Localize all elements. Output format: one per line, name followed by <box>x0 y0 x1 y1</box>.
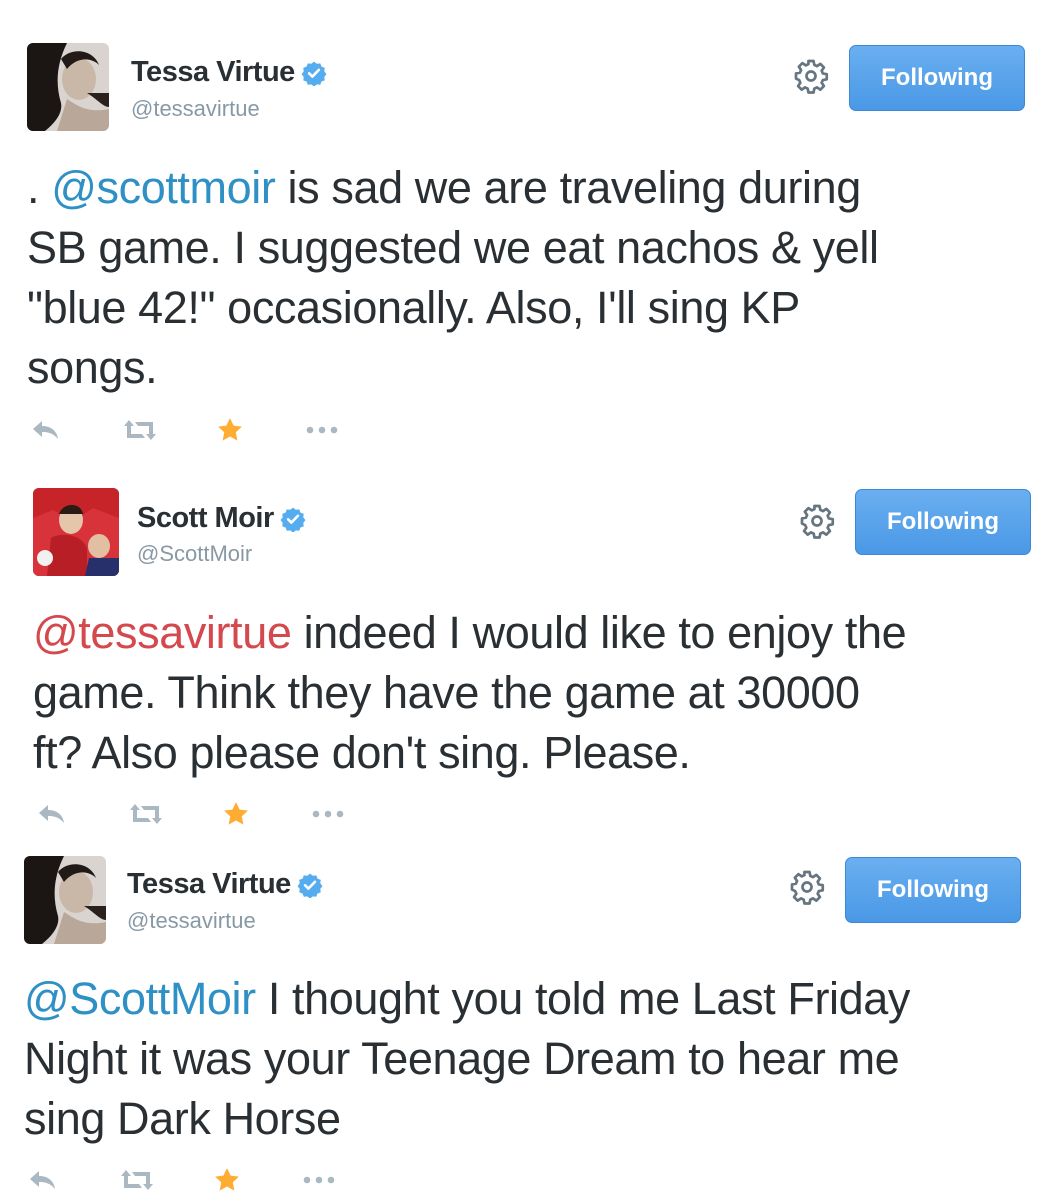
avatar[interactable] <box>27 43 109 131</box>
more-button[interactable] <box>304 413 342 447</box>
mention-link[interactable]: @ScottMoir <box>24 973 256 1024</box>
favorite-button[interactable] <box>212 1163 242 1197</box>
tweet-actions <box>34 797 364 831</box>
retweet-icon <box>130 804 162 824</box>
user-name[interactable]: Scott Moir <box>137 502 274 535</box>
tweet-text-line: "blue 42!" occasionally. Also, I'll sing… <box>27 282 800 333</box>
following-button[interactable]: Following <box>855 489 1031 555</box>
reply-icon <box>30 1171 55 1189</box>
favorite-button[interactable] <box>215 413 245 447</box>
user-handle[interactable]: @tessavirtue <box>127 908 256 934</box>
text-span: is sad we are traveling during <box>275 162 862 213</box>
verified-badge-icon <box>280 507 306 532</box>
reply-button[interactable] <box>30 413 62 447</box>
user-name-row: Scott Moir <box>137 502 306 535</box>
star-icon <box>218 418 242 441</box>
more-icon <box>312 810 344 818</box>
text-span: I thought you told me Last Friday <box>255 973 911 1024</box>
star-icon <box>224 802 248 825</box>
reply-icon <box>33 421 58 439</box>
tweet-text-line: Night it was your Teenage Dream to hear … <box>24 1033 900 1084</box>
mention-link[interactable]: @tessavirtue <box>33 607 292 658</box>
verified-badge-icon <box>301 61 327 86</box>
gear-icon[interactable] <box>793 58 829 94</box>
following-button[interactable]: Following <box>849 45 1025 111</box>
user-handle[interactable]: @ScottMoir <box>137 541 252 567</box>
following-button[interactable]: Following <box>845 857 1021 923</box>
tweet-text: @ScottMoir I thought you told me Last Fr… <box>24 969 910 1149</box>
tweet-text-line: game. Think they have the game at 30000 <box>33 667 860 718</box>
tweet-text-line: @ScottMoir I thought you told me Last Fr… <box>24 969 910 1029</box>
retweet-button[interactable] <box>120 413 160 447</box>
more-button[interactable] <box>310 797 348 831</box>
retweet-icon <box>121 1170 153 1190</box>
user-name-row: Tessa Virtue <box>127 868 323 901</box>
avatar[interactable] <box>33 488 119 576</box>
avatar-photo <box>24 856 106 944</box>
avatar-photo <box>27 43 109 131</box>
tweet-text-line: songs. <box>27 342 158 393</box>
gear-icon[interactable] <box>789 869 825 905</box>
more-button[interactable] <box>301 1163 339 1197</box>
tweet-text-line: SB game. I suggested we eat nachos & yel… <box>27 222 879 273</box>
user-handle[interactable]: @tessavirtue <box>131 96 260 122</box>
tweet-text: @tessavirtue indeed I would like to enjo… <box>33 603 907 783</box>
tweet-text-line: ft? Also please don't sing. Please. <box>33 727 691 778</box>
retweet-icon <box>124 420 156 440</box>
reply-button[interactable] <box>36 797 68 831</box>
more-icon <box>306 426 338 434</box>
tweet-actions <box>28 413 358 447</box>
user-name[interactable]: Tessa Virtue <box>131 56 295 89</box>
star-icon <box>215 1168 239 1191</box>
favorite-button[interactable] <box>221 797 251 831</box>
tweet-text-line: @tessavirtue indeed I would like to enjo… <box>33 603 907 663</box>
reply-icon <box>39 805 64 823</box>
tweet: Tessa Virtue @tessavirtue Following . @s… <box>0 0 1059 460</box>
tweet: Scott Moir @ScottMoir Following @tessavi… <box>0 460 1059 840</box>
user-name[interactable]: Tessa Virtue <box>127 868 291 901</box>
tweet: Tessa Virtue @tessavirtue Following @Sco… <box>0 840 1059 1200</box>
text-span: indeed I would like to enjoy the <box>291 607 907 658</box>
tweet-text-line: . @scottmoir is sad we are traveling dur… <box>27 158 879 218</box>
verified-badge-icon <box>297 873 323 898</box>
tweet-text: . @scottmoir is sad we are traveling dur… <box>27 158 879 398</box>
retweet-button[interactable] <box>126 797 166 831</box>
mention-link[interactable]: @scottmoir <box>51 162 276 213</box>
retweet-button[interactable] <box>117 1163 157 1197</box>
tweet-text-line: sing Dark Horse <box>24 1093 341 1144</box>
gear-icon[interactable] <box>799 503 835 539</box>
reply-button[interactable] <box>27 1163 59 1197</box>
avatar[interactable] <box>24 856 106 944</box>
avatar-photo <box>33 488 119 576</box>
user-name-row: Tessa Virtue <box>131 56 327 89</box>
tweet-actions <box>25 1163 355 1197</box>
text-span: . <box>27 162 52 213</box>
more-icon <box>303 1176 335 1184</box>
